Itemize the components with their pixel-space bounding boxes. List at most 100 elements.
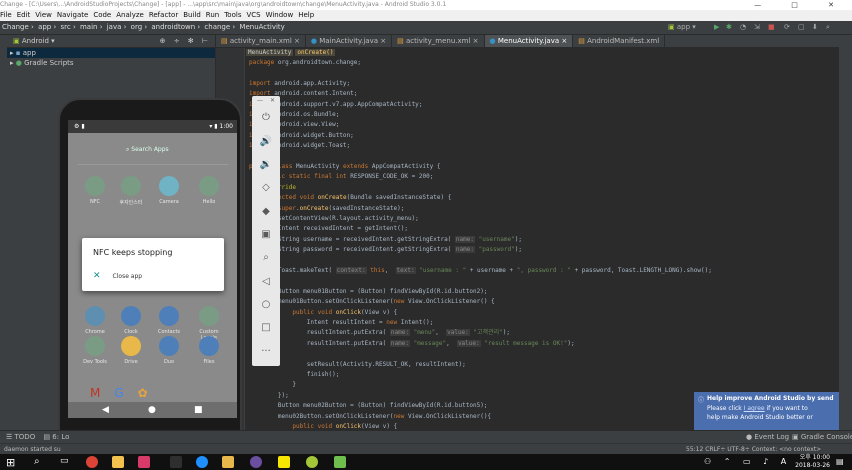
android-studio-icon[interactable] (306, 456, 318, 468)
search-apps-bar[interactable]: ⌕ Search Apps (126, 146, 169, 154)
menu-tools[interactable]: Tools (224, 11, 241, 19)
chrome-taskbar-icon[interactable] (86, 456, 98, 468)
tab-main-activity-java[interactable]: ● MainActivity.java × (306, 35, 393, 47)
nav-crumb-class[interactable]: MenuActivity (239, 23, 284, 31)
nav-crumb-subpackage[interactable]: change (204, 23, 230, 31)
code-line[interactable]: Button menu01Button = (Button) findViewB… (249, 287, 488, 297)
menu-build[interactable]: Build (183, 11, 201, 19)
project-panel-header[interactable]: ▣ Android ▾ ⊕ ÷ ✻ ⊢ (7, 35, 215, 48)
google-icon[interactable]: G (114, 386, 137, 400)
menu-window[interactable]: Window (266, 11, 294, 19)
code-line[interactable]: resultIntent.putExtra( name: "message", … (249, 339, 575, 349)
more-icon[interactable]: ··· (252, 346, 280, 357)
photos-icon[interactable]: ✿ (138, 386, 162, 400)
code-line[interactable]: menu01Button.setOnClickListener(new View… (249, 297, 495, 307)
nav-recents-icon[interactable]: ■ (194, 402, 203, 418)
tray-icons[interactable]: ⚇ ⌃ ▭ ♪ A (704, 457, 791, 466)
zoom-icon[interactable]: ⌕ (252, 252, 280, 263)
app-taskbar-icon[interactable] (334, 456, 346, 468)
nav-crumb-src[interactable]: src (61, 23, 71, 31)
menu-navigate[interactable]: Navigate (57, 11, 88, 19)
menu-vcs[interactable]: VCS (246, 11, 260, 19)
tab-activity-main-xml[interactable]: ▤ activity_main.xml × (216, 35, 306, 47)
minimize-icon[interactable]: — (257, 97, 263, 104)
code-line[interactable]: Toast.makeText( context: this, text: "us… (249, 266, 712, 276)
code-line[interactable]: String password = receivedIntent.getStri… (249, 245, 522, 255)
code-line[interactable]: String username = receivedIntent.getStri… (249, 235, 522, 245)
tree-item-app[interactable]: ▸ ▪ app (7, 48, 215, 58)
code-line[interactable]: } (249, 380, 296, 390)
app-duo[interactable]: Duo (154, 336, 184, 365)
notification-balloon[interactable]: ⓘ Help improve Android Studio by send Pl… (694, 392, 839, 430)
nav-crumb-project[interactable]: Change (2, 23, 29, 31)
rotate-left-icon[interactable]: ◇ (252, 182, 280, 193)
code-line[interactable]: resultIntent.putExtra( name: "menu", val… (249, 328, 510, 338)
sdk-manager-icon[interactable]: ⬇ (812, 21, 818, 34)
clock[interactable]: 오후 10:00 2018-03-26 (790, 454, 830, 470)
app-dev-tools[interactable]: Dev Tools (80, 336, 110, 365)
window-controls[interactable]: — □ ✕ (754, 0, 848, 10)
close-icon[interactable]: ✕ (270, 97, 275, 104)
run-icon[interactable]: ▶ (714, 21, 719, 34)
volume-up-icon[interactable]: 🔊 (252, 136, 280, 147)
close-app-button[interactable]: ✕ Close app (93, 271, 142, 281)
menu-run[interactable]: Run (206, 11, 219, 19)
nav-crumb-module[interactable]: app (38, 23, 51, 31)
attach-icon[interactable]: ⇲ (754, 21, 760, 34)
tree-item-gradle-scripts[interactable]: ▸ ● Gradle Scripts (7, 58, 215, 68)
project-view-mode[interactable]: Android (22, 37, 49, 45)
app-taskbar-icon[interactable] (170, 456, 182, 468)
kakaotalk-icon[interactable] (278, 456, 290, 468)
avd-manager-icon[interactable]: ▢ (798, 21, 805, 34)
search-everywhere-icon[interactable]: ⌕ (826, 21, 830, 34)
menu-help[interactable]: Help (298, 11, 314, 19)
code-line[interactable]: package org.androidtown.change; (249, 58, 361, 68)
nav-crumb-org[interactable]: org (131, 23, 142, 31)
app-files[interactable]: Files (194, 336, 224, 365)
tool-tab-todo[interactable]: ☰ TODO (6, 433, 35, 441)
agree-link[interactable]: I agree (744, 405, 765, 412)
edge-icon[interactable] (196, 456, 208, 468)
menu-code[interactable]: Code (93, 11, 111, 19)
code-line[interactable]: setResult(Activity.RESULT_OK, resultInte… (249, 360, 466, 370)
app-camera[interactable]: Camera (154, 176, 184, 205)
right-tool-strip[interactable] (839, 35, 852, 430)
tab-menu-activity-java[interactable]: ● MenuActivity.java × (484, 35, 574, 47)
home-icon[interactable]: ○ (252, 299, 280, 310)
profile-icon[interactable]: ◔ (740, 21, 746, 34)
app-drive[interactable]: Drive (116, 336, 146, 365)
app-chrome[interactable]: Chrome (80, 306, 110, 335)
notifications-icon[interactable]: ▤ (836, 457, 844, 466)
code-line[interactable]: import android.app.Activity; (249, 79, 350, 89)
gmail-icon[interactable]: M (90, 386, 114, 400)
code-line[interactable]: Button menu02Button = (Button) findViewB… (249, 401, 488, 411)
code-line[interactable]: }); (249, 391, 289, 401)
power-icon[interactable]: ⏻ (252, 112, 280, 123)
breadcrumb-class[interactable]: MenuActivity (246, 49, 294, 56)
app-nfc[interactable]: NFC (80, 176, 110, 205)
back-icon[interactable]: ◁ (252, 276, 280, 287)
app-taskbar-icon[interactable] (250, 456, 262, 468)
stop-icon[interactable]: ■ (768, 21, 775, 34)
code-line[interactable]: finish(); (249, 370, 340, 380)
menu-edit[interactable]: Edit (17, 11, 31, 19)
code-editor[interactable]: package org.androidtown.change; import an… (245, 48, 839, 430)
sync-icon[interactable]: ⟳ (784, 21, 790, 34)
menu-view[interactable]: View (35, 11, 52, 19)
file-explorer-icon[interactable] (222, 456, 234, 468)
overview-icon[interactable]: □ (252, 322, 280, 333)
menu-refactor[interactable]: Refactor (149, 11, 178, 19)
nav-home-icon[interactable]: ● (148, 402, 156, 418)
breadcrumb-method[interactable]: onCreate() (295, 49, 336, 56)
panel-settings-icon[interactable]: ⊕ ÷ ✻ ⊢ (160, 35, 211, 47)
nav-crumb-java[interactable]: java (107, 23, 122, 31)
menu-analyze[interactable]: Analyze (116, 11, 144, 19)
tab-activity-menu-xml[interactable]: ▤ activity_menu.xml × (392, 35, 485, 47)
tab-android-manifest-xml[interactable]: ▤ AndroidManifest.xml (573, 35, 666, 47)
app-contacts[interactable]: Contacts (154, 306, 184, 335)
app-clock[interactable]: Clock (116, 306, 146, 335)
app-hello[interactable]: Hello (194, 176, 224, 205)
debug-icon[interactable]: ✱ (726, 21, 732, 34)
nav-crumb-package[interactable]: androidtown (151, 23, 195, 31)
search-icon[interactable]: ⌕ (34, 456, 46, 468)
